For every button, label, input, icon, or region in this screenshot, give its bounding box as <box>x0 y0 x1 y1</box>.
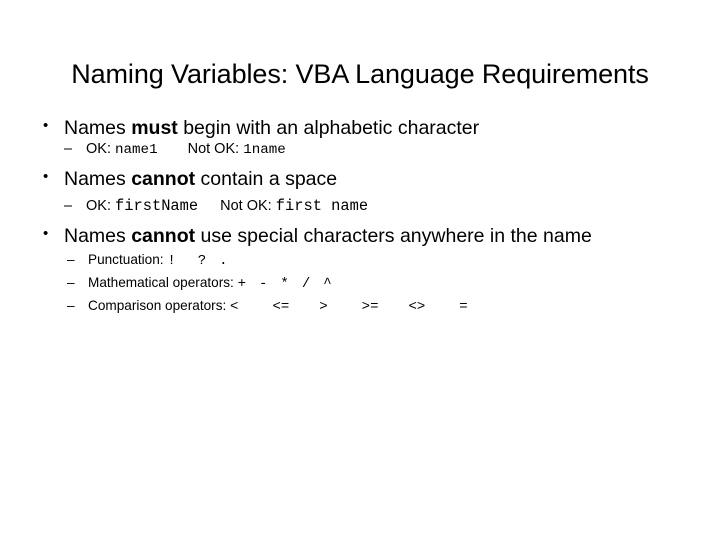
punctuation-label: Punctuation: <box>88 252 168 268</box>
bullet-2-prefix: Names <box>64 168 132 191</box>
sub-bullet-comparison-operators: – Comparison operators: < <= > >= <> = <box>38 295 694 318</box>
ok-value-1: name1 <box>115 141 158 158</box>
comparison-symbol-1: < <box>230 299 239 316</box>
dash-marker-icon: – <box>64 140 73 157</box>
bullet-marker-icon: • <box>43 168 49 186</box>
bullet-marker-icon: • <box>43 225 49 243</box>
ok-value-2: firstName <box>115 196 199 215</box>
bullet-item-3: • Names cannot use special characters an… <box>38 225 694 248</box>
bullet-3-prefix: Names <box>64 225 132 248</box>
ok-label-1: OK: <box>86 140 116 157</box>
comparison-symbol-6: = <box>459 299 468 316</box>
sub-bullet-1: – OK: name1 Not OK: 1name <box>38 141 694 158</box>
math-symbol-4: / <box>301 276 311 293</box>
bullet-2-suffix: contain a space <box>195 168 338 191</box>
notok-label-2: Not OK: <box>220 197 276 214</box>
slide-body: • Names must begin with an alphabetic ch… <box>38 117 694 330</box>
comparison-symbol-4: >= <box>361 299 379 316</box>
sub-bullet-2: – OK: firstName Not OK: first name <box>38 196 694 216</box>
comparison-symbol-2: <= <box>272 299 290 316</box>
dash-marker-icon: – <box>67 298 75 314</box>
bullet-group-1: • Names must begin with an alphabetic ch… <box>38 117 694 158</box>
slide: Naming Variables: VBA Language Requireme… <box>0 0 720 540</box>
punctuation-symbol-3: . <box>219 253 228 270</box>
page-title: Naming Variables: VBA Language Requireme… <box>71 59 649 90</box>
bullet-3-emphasis: cannot <box>131 225 196 248</box>
dash-marker-icon: – <box>67 275 75 291</box>
math-symbol-3: * <box>280 276 289 293</box>
dash-marker-icon: – <box>64 197 73 214</box>
notok-value-2: first name <box>275 196 369 215</box>
bullet-marker-icon: • <box>43 117 49 134</box>
dash-marker-icon: – <box>67 252 75 268</box>
notok-label-1: Not OK: <box>187 140 244 157</box>
bullet-group-3: • Names cannot use special characters an… <box>38 225 694 318</box>
comparison-symbol-5: <> <box>408 299 426 316</box>
math-operators-label: Mathematical operators: <box>88 275 238 291</box>
bullet-1-prefix: Names <box>64 117 132 139</box>
bullet-2-emphasis: cannot <box>131 168 196 191</box>
bullet-3-suffix: use special characters anywhere in the n… <box>195 225 592 248</box>
bullet-1-emphasis: must <box>131 117 178 139</box>
math-symbol-1: + <box>237 276 247 293</box>
comparison-operators-label: Comparison operators: <box>88 298 231 314</box>
bullet-item-2: • Names cannot contain a space <box>38 168 694 191</box>
bullet-1-suffix: begin with an alphabetic character <box>177 117 480 139</box>
comparison-symbol-3: > <box>319 299 328 316</box>
punctuation-symbol-2: ? <box>197 253 207 270</box>
punctuation-symbol-1: ! <box>167 253 176 270</box>
bullet-group-2: • Names cannot contain a space – OK: fir… <box>38 168 694 216</box>
sub-bullet-punctuation: – Punctuation: !?. <box>38 249 694 272</box>
bullet-item-1: • Names must begin with an alphabetic ch… <box>38 117 694 140</box>
ok-label-2: OK: <box>86 197 116 214</box>
sub-bullet-math-operators: – Mathematical operators: + - * / ^ <box>38 272 694 295</box>
notok-value-1: 1name <box>243 141 286 158</box>
math-symbol-5: ^ <box>323 276 332 293</box>
math-symbol-2: - <box>259 276 268 293</box>
